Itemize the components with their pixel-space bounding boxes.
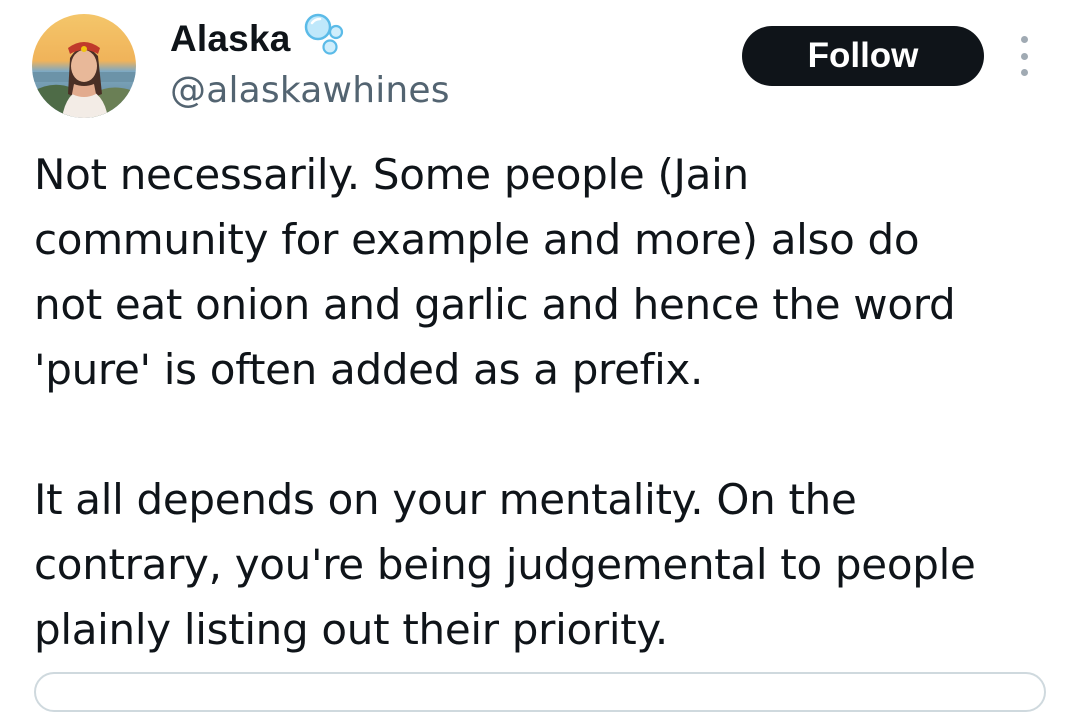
tweet-paragraph: It all depends on your mentality. On the…: [34, 475, 976, 654]
avatar[interactable]: [32, 14, 136, 118]
tweet-header: Alaska @alaskawhines Follow: [32, 11, 1052, 124]
more-vertical-icon[interactable]: [1012, 36, 1036, 76]
tweet-card: Alaska @alaskawhines Follow Not necessar…: [0, 0, 1080, 712]
more-dot: [1020, 69, 1028, 76]
follow-button[interactable]: Follow: [742, 26, 984, 86]
quoted-tweet-card[interactable]: [34, 672, 1046, 712]
display-name[interactable]: Alaska: [170, 18, 291, 60]
more-dot: [1020, 36, 1028, 43]
bubbles-icon: [303, 11, 349, 61]
tweet-paragraph: Not necessarily. Some people (Jain commu…: [34, 150, 956, 394]
author-handle[interactable]: @alaskawhines: [170, 70, 450, 111]
author-names: Alaska @alaskawhines: [170, 11, 450, 111]
more-dot: [1020, 52, 1028, 60]
display-name-row: Alaska: [170, 11, 450, 64]
avatar-photo: [32, 14, 136, 118]
tweet-text: Not necessarily. Some people (Jain commu…: [34, 142, 1064, 662]
